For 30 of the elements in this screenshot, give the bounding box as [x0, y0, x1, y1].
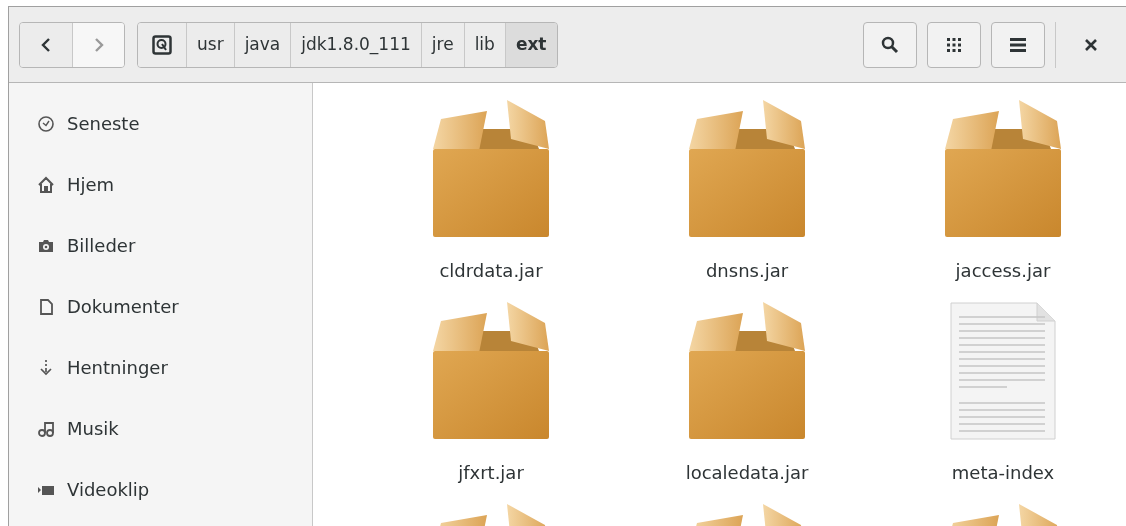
- file-name[interactable]: dnsns.jar: [705, 257, 789, 284]
- search-button[interactable]: [863, 21, 917, 68]
- file-name[interactable]: cldrdata.jar: [439, 257, 543, 284]
- file-name[interactable]: meta-index: [951, 459, 1055, 486]
- sidebar-item[interactable]: Hentninger: [67, 354, 168, 381]
- music-icon: [37, 419, 55, 438]
- drive-icon: [152, 34, 172, 55]
- document-icon: [37, 297, 55, 316]
- sidebar-item[interactable]: Billeder: [67, 232, 136, 259]
- view-grid-button[interactable]: [927, 21, 981, 68]
- sidebar-item[interactable]: Dokumenter: [67, 293, 179, 320]
- clock-icon: [37, 114, 55, 133]
- chevron-right-icon: [92, 36, 105, 53]
- grid-icon: [947, 37, 961, 52]
- home-icon: [37, 175, 55, 194]
- menu-button[interactable]: [991, 21, 1045, 68]
- search-icon: [881, 35, 899, 54]
- sidebar-item[interactable]: Musik: [67, 415, 119, 442]
- chevron-left-icon: [40, 36, 52, 53]
- file-name[interactable]: jaccess.jar: [955, 257, 1051, 284]
- sidebar-item[interactable]: Hjem: [67, 171, 115, 198]
- file-name[interactable]: localedata.jar: [685, 459, 809, 486]
- menu-icon: [1010, 37, 1026, 52]
- download-icon: [37, 358, 55, 377]
- path-crumb[interactable]: ext: [504, 22, 557, 67]
- close-icon: [1085, 38, 1097, 51]
- sidebar-item[interactable]: Videoklip: [67, 476, 150, 503]
- file-name[interactable]: jfxrt.jar: [458, 459, 524, 486]
- sidebar-item[interactable]: Seneste: [67, 110, 140, 137]
- text-document-icon: [947, 301, 1059, 441]
